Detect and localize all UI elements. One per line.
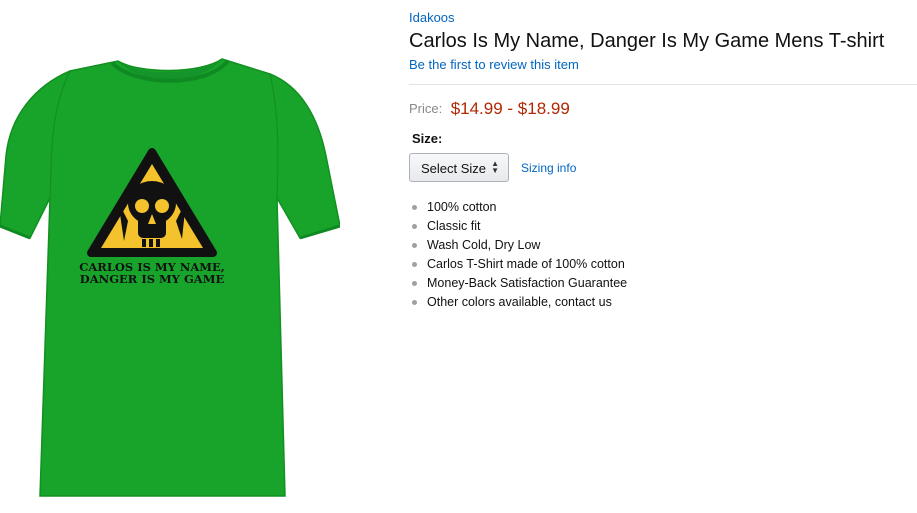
size-label: Size: [412, 131, 443, 146]
size-select[interactable]: Select Size ▲ ▼ [409, 153, 509, 182]
sizing-info-link[interactable]: Sizing info [521, 161, 576, 175]
feature-item: Wash Cold, Dry Low [409, 236, 627, 255]
review-link[interactable]: Be the first to review this item [409, 57, 579, 72]
divider [409, 84, 917, 85]
product-image[interactable]: CARLOS IS MY NAME, DANGER IS MY GAME [0, 56, 341, 500]
brand-link[interactable]: Idakoos [409, 10, 455, 25]
feature-item: Carlos T-Shirt made of 100% cotton [409, 255, 627, 274]
feature-item: Classic fit [409, 217, 627, 236]
price-value: $14.99 - $18.99 [450, 99, 570, 118]
size-select-value: Select Size [421, 161, 487, 176]
price-label: Price: [409, 101, 443, 116]
feature-bullets: 100% cotton Classic fit Wash Cold, Dry L… [409, 198, 627, 312]
price-row: Price: $14.99 - $18.99 [409, 99, 570, 119]
select-arrows-icon: ▲ ▼ [491, 159, 499, 175]
shirt-print-line2: DANGER IS MY GAME [80, 272, 225, 286]
feature-item: 100% cotton [409, 198, 627, 217]
feature-item: Money-Back Satisfaction Guarantee [409, 274, 627, 293]
feature-item: Other colors available, contact us [409, 293, 627, 312]
product-title: Carlos Is My Name, Danger Is My Game Men… [409, 30, 885, 52]
